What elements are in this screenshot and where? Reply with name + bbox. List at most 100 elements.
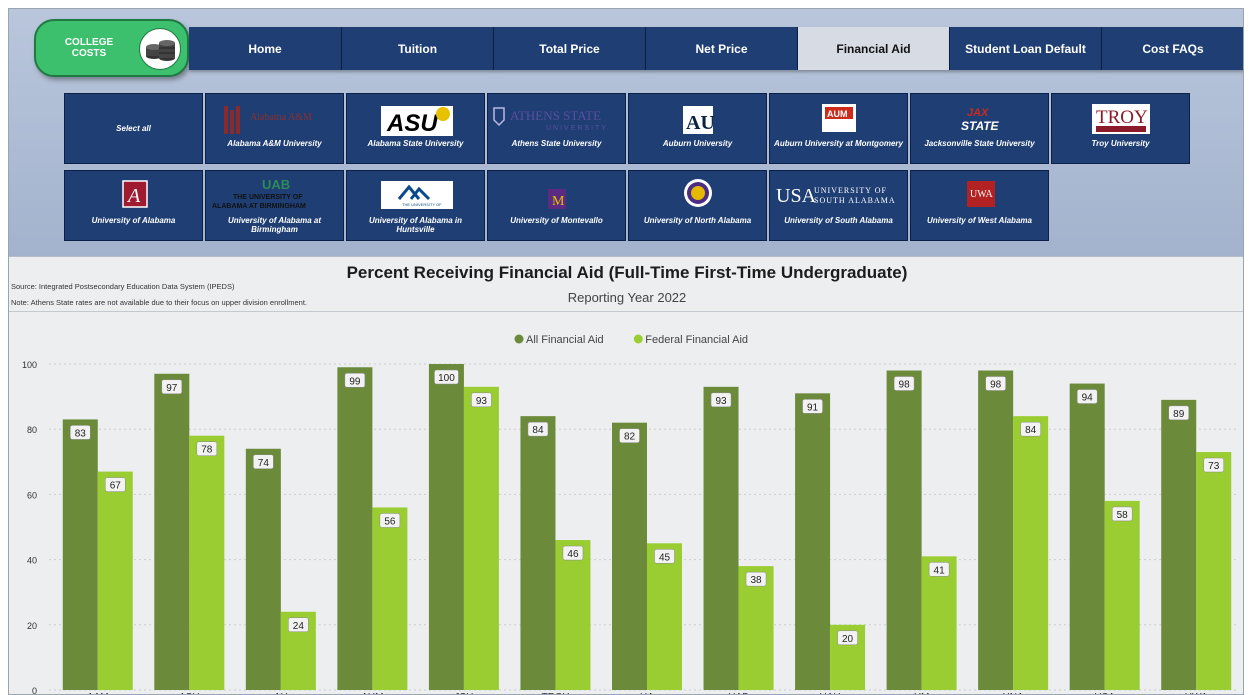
tile-select-all[interactable]: Select all <box>64 93 203 164</box>
tile-university-of-alabama[interactable]: A University of Alabama <box>64 170 203 241</box>
tile-label: University of Alabama <box>91 216 176 225</box>
y-tick-label: 80 <box>27 425 37 435</box>
nav-home[interactable]: Home <box>189 27 342 70</box>
alabama-am-logo-icon: Alabama A&M <box>206 98 345 138</box>
tile-uah[interactable]: THE UNIVERSITY OF University of Alabama … <box>346 170 485 241</box>
bar <box>1196 452 1232 690</box>
tile-label: Auburn University <box>662 139 733 148</box>
data-label: 74 <box>258 458 270 469</box>
data-label: 20 <box>842 634 854 645</box>
tile-troy[interactable]: TROY Troy University <box>1051 93 1190 164</box>
tile-label: University of Alabama at Birmingham <box>227 216 322 234</box>
nav-student-loan-default[interactable]: Student Loan Default <box>950 27 1102 70</box>
logo-lettering: UAB <box>262 177 290 192</box>
data-label: 56 <box>384 516 396 527</box>
tile-label: Athens State University <box>511 139 602 148</box>
bar <box>189 435 225 690</box>
bar-chart: All Financial Aid Federal Financial Aid 0 2… <box>22 334 1239 694</box>
data-label: 98 <box>899 380 911 391</box>
tile-alabama-state[interactable]: ASU Alabama State University <box>346 93 485 164</box>
logo-line-1: COLLEGE <box>64 37 114 48</box>
nav-net-price[interactable]: Net Price <box>646 27 798 70</box>
tile-label: Troy University <box>1091 139 1150 148</box>
bar <box>1161 399 1197 690</box>
tile-label: Select all <box>116 124 151 133</box>
data-label: 24 <box>293 621 305 632</box>
logo-lettering: ALABAMA AT BIRMINGHAM <box>212 203 306 210</box>
dashboard-frame: COLLEGE COSTS Home Tuition Total Price N… <box>8 8 1244 695</box>
tile-alabama-am[interactable]: Alabama A&M Alabama A&M University <box>205 93 344 164</box>
logo-lettering: USA <box>776 185 817 207</box>
tile-label: University of South Alabama <box>784 216 893 225</box>
bar <box>62 419 98 690</box>
tile-west-alabama[interactable]: UWA University of West Alabama <box>910 170 1049 241</box>
legend-label: Federal Financial Aid <box>645 334 748 346</box>
data-label: 89 <box>1173 409 1185 420</box>
data-label: 58 <box>1117 510 1129 521</box>
bar <box>337 367 373 690</box>
tile-label: University of West Alabama <box>927 216 1032 225</box>
tile-label: Jacksonville State University <box>924 139 1035 148</box>
tile-label: University of Alabama in Huntsville <box>368 216 463 234</box>
tile-aum[interactable]: AUM Auburn University at Montgomery <box>769 93 908 164</box>
data-label: 83 <box>75 428 87 439</box>
logo-lettering: THE UNIVERSITY OF <box>402 202 442 207</box>
data-label: 91 <box>807 402 819 413</box>
logo-lettering: A <box>126 185 141 207</box>
tile-label: Auburn University at Montgomery <box>774 139 903 148</box>
uab-logo-icon: UAB THE UNIVERSITY OF ALABAMA AT BIRMING… <box>206 175 345 215</box>
legend-marker <box>514 334 524 344</box>
jax-state-logo-icon: JAX STATE <box>911 98 1050 138</box>
tile-uab[interactable]: UAB THE UNIVERSITY OF ALABAMA AT BIRMING… <box>205 170 344 241</box>
data-label: 78 <box>201 445 213 456</box>
bar <box>978 370 1014 690</box>
data-label: 94 <box>1082 393 1094 404</box>
uwa-logo-icon: UWA <box>911 175 1050 215</box>
bar <box>795 393 831 690</box>
data-label: 99 <box>349 376 361 387</box>
legend-marker <box>633 334 643 344</box>
data-label: 93 <box>476 396 488 407</box>
tile-label: University of Montevallo <box>510 216 603 225</box>
logo-lettering: M <box>552 194 565 209</box>
bar <box>555 540 591 690</box>
nav-tuition[interactable]: Tuition <box>342 27 494 70</box>
logo-lettering: UNIVERSITY <box>546 125 608 132</box>
college-costs-logo[interactable]: COLLEGE COSTS <box>34 19 189 77</box>
tile-south-alabama[interactable]: USA UNIVERSITY OF SOUTH ALABAMA Universi… <box>769 170 908 241</box>
tile-montevallo[interactable]: M University of Montevallo <box>487 170 626 241</box>
bar <box>1013 416 1049 690</box>
data-label: 67 <box>110 481 122 492</box>
logo-lettering: JAX <box>967 107 989 119</box>
tile-north-alabama[interactable]: University of North Alabama <box>628 170 767 241</box>
bar <box>1069 383 1105 690</box>
logo-lettering: AUM <box>827 109 848 119</box>
tile-athens-state[interactable]: ATHENS STATE UNIVERSITY Athens State Uni… <box>487 93 626 164</box>
tile-label: Alabama State University <box>367 139 464 148</box>
bar <box>245 448 281 690</box>
alabama-logo-icon: A <box>65 175 204 215</box>
y-tick-label: 20 <box>27 621 37 631</box>
data-label: 84 <box>1025 425 1037 436</box>
data-label: 98 <box>990 380 1002 391</box>
bar <box>647 543 682 690</box>
data-label: 97 <box>166 383 178 394</box>
legend-label: All Financial Aid <box>526 334 604 346</box>
logo-lettering: AU <box>686 112 715 134</box>
nav-cost-faqs[interactable]: Cost FAQs <box>1102 27 1243 70</box>
data-label: 84 <box>532 425 544 436</box>
logo-lettering: TROY <box>1096 107 1148 128</box>
uah-logo-icon: THE UNIVERSITY OF <box>347 175 486 215</box>
tile-jacksonville-state[interactable]: JAX STATE Jacksonville State University <box>910 93 1049 164</box>
tile-auburn[interactable]: AU Auburn University <box>628 93 767 164</box>
bar <box>520 416 556 690</box>
logo-lettering: STATE <box>961 119 1000 133</box>
nav-total-price[interactable]: Total Price <box>494 27 646 70</box>
nav-financial-aid[interactable]: Financial Aid <box>798 27 950 70</box>
tile-label: University of North Alabama <box>643 216 752 225</box>
data-label: 41 <box>934 565 946 576</box>
data-label: 45 <box>659 552 671 563</box>
data-label: 38 <box>750 575 762 586</box>
chart-area: Percent Receiving Financial Aid (Full-Ti… <box>9 256 1243 694</box>
bar <box>372 507 408 690</box>
